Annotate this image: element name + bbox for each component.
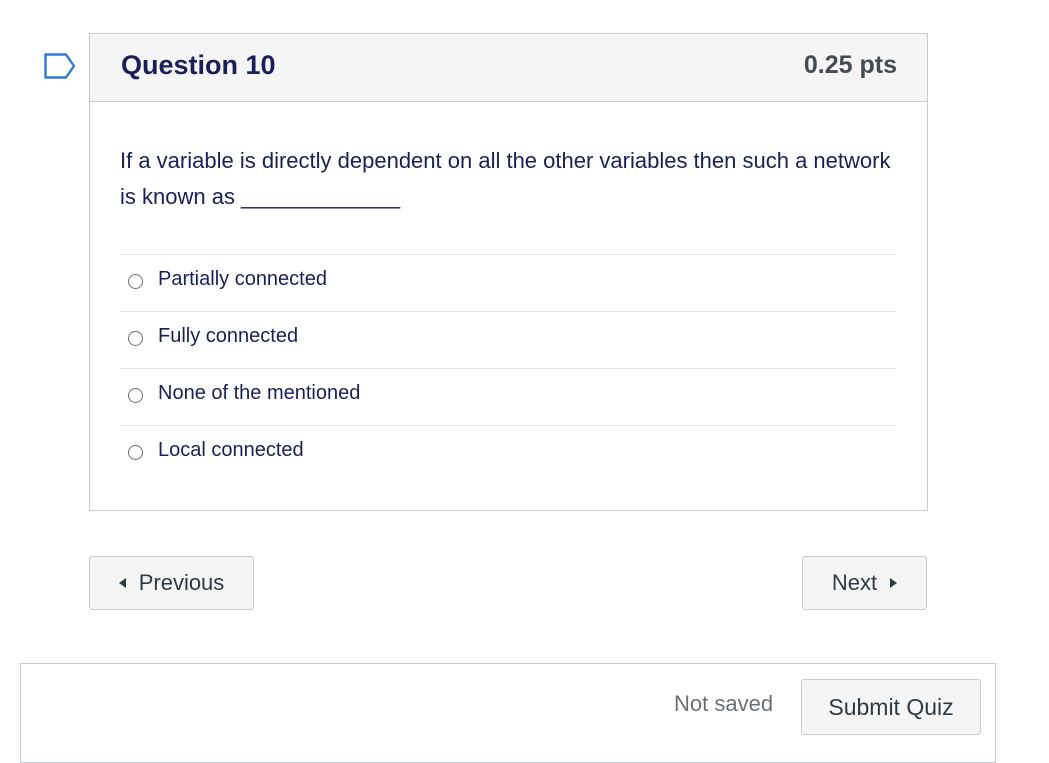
answer-option[interactable]: Fully connected (120, 311, 896, 368)
previous-label: Previous (138, 570, 225, 595)
answer-label[interactable]: Partially connected (158, 268, 327, 291)
question-text: If a variable is directly dependent on a… (120, 148, 891, 209)
answer-label[interactable]: Local connected (158, 439, 304, 462)
question-header: Question 10 0.25 pts (90, 34, 927, 102)
answer-label[interactable]: Fully connected (158, 325, 298, 348)
question-points: 0.25 pts (803, 51, 897, 79)
previous-button[interactable]: Previous (89, 556, 254, 610)
answer-label[interactable]: None of the mentioned (158, 382, 360, 405)
flag-question-icon[interactable] (44, 53, 76, 79)
next-label: Next (831, 570, 878, 595)
answer-option[interactable]: None of the mentioned (120, 368, 896, 425)
radio-button[interactable] (128, 445, 143, 460)
save-status: Not saved (674, 691, 774, 716)
radio-button[interactable] (128, 388, 143, 403)
caret-right-icon (890, 578, 898, 588)
next-button[interactable]: Next (802, 556, 927, 610)
radio-button[interactable] (128, 331, 143, 346)
answer-list: Partially connected Fully connected None… (120, 254, 896, 482)
question-body: If a variable is directly dependent on a… (120, 143, 896, 215)
radio-button[interactable] (128, 274, 143, 289)
answer-option[interactable]: Local connected (120, 425, 896, 482)
answer-option[interactable]: Partially connected (120, 254, 896, 311)
question-title: Question 10 (121, 50, 276, 80)
submit-quiz-button[interactable]: Submit Quiz (801, 679, 981, 735)
caret-left-icon (118, 578, 126, 588)
